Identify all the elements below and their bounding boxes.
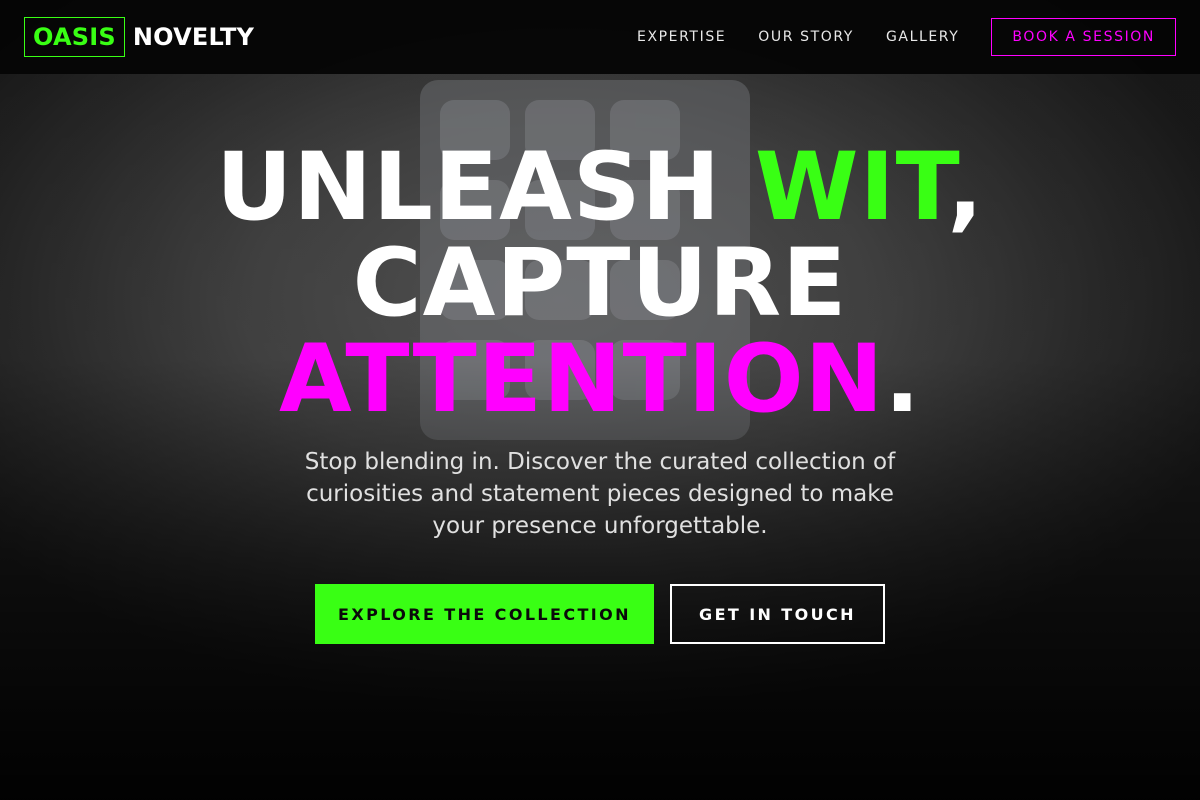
headline-period: . [884,325,922,434]
nav-link-gallery[interactable]: GALLERY [886,29,959,45]
explore-collection-button[interactable]: EXPLORE THE COLLECTION [315,584,654,644]
hero-headline: UNLEASH WIT, CAPTURE ATTENTION. [0,140,1200,428]
logo-boxed-word: OASIS [24,17,125,57]
headline-word-unleash: UNLEASH [215,133,755,242]
headline-word-attention: ATTENTION [278,325,885,434]
book-session-button[interactable]: BOOK A SESSION [991,18,1176,56]
hero-subtitle: Stop blending in. Discover the curated c… [304,449,896,539]
logo-word: NOVELTY [132,23,255,51]
headline-word-capture: CAPTURE [352,229,848,338]
headline-word-wit: WIT [754,133,948,242]
hero-section: UNLEASH WIT, CAPTURE ATTENTION. Stop ble… [0,140,1200,644]
logo[interactable]: OASIS NOVELTY [24,17,254,57]
hero-cta-row: EXPLORE THE COLLECTION GET IN TOUCH [0,584,1200,644]
headline-comma: , [947,133,985,242]
nav-link-our-story[interactable]: OUR STORY [758,29,854,45]
site-header: OASIS NOVELTY EXPERTISE OUR STORY GALLER… [0,0,1200,74]
get-in-touch-button[interactable]: GET IN TOUCH [670,584,885,644]
main-nav: EXPERTISE OUR STORY GALLERY BOOK A SESSI… [637,18,1176,56]
page: OASIS NOVELTY EXPERTISE OUR STORY GALLER… [0,0,1200,800]
nav-link-expertise[interactable]: EXPERTISE [637,29,726,45]
